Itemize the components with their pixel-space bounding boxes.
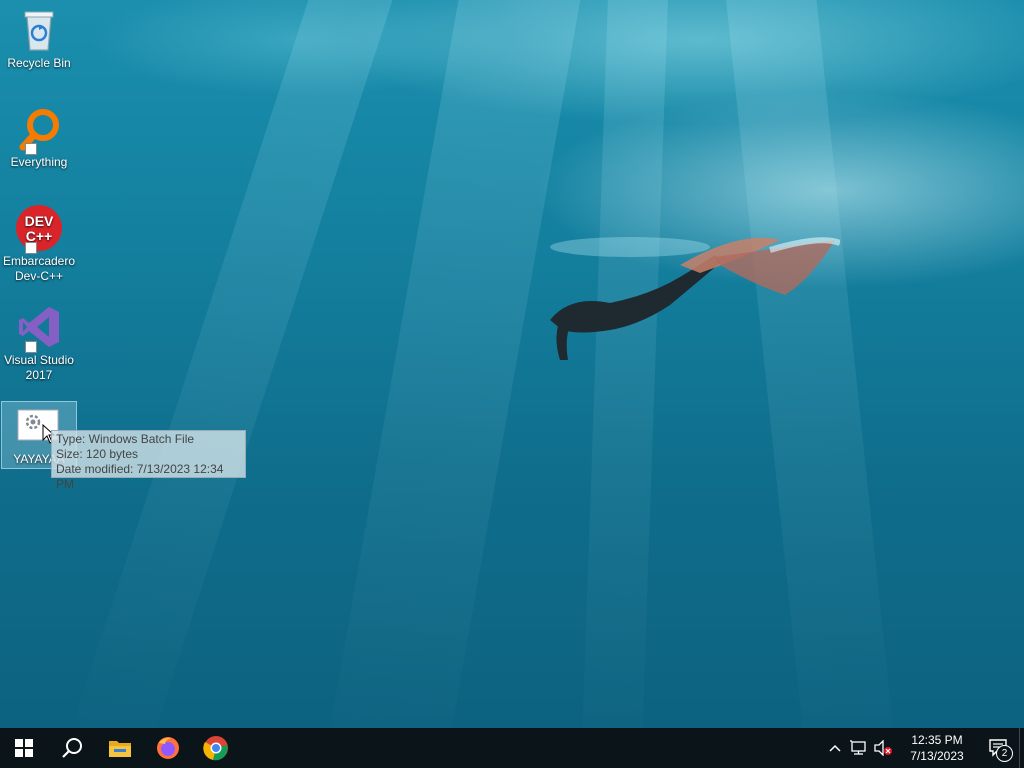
desktop-icon-visual-studio[interactable]: Visual Studio 2017 — [2, 303, 76, 383]
search-button[interactable] — [48, 728, 96, 768]
search-icon — [62, 738, 82, 758]
desktop-icon-recycle-bin[interactable]: Recycle Bin — [2, 6, 76, 71]
show-hidden-icons-button[interactable] — [823, 728, 847, 768]
system-tray: 12:35 PM 7/13/2023 2 — [823, 728, 1024, 768]
icon-label: Embarcadero Dev-C++ — [2, 254, 76, 283]
volume-button[interactable] — [871, 728, 895, 768]
freediver-image — [550, 237, 840, 360]
network-icon — [850, 740, 866, 755]
action-center-button[interactable]: 2 — [979, 728, 1019, 768]
start-button[interactable] — [0, 728, 48, 768]
taskbar-firefox[interactable] — [144, 728, 192, 768]
desktop[interactable]: Recycle Bin Everything DEV C++ Embarcade… — [0, 0, 1024, 728]
icon-label: Visual Studio 2017 — [4, 353, 74, 382]
devcpp-logo-text: DEV — [25, 213, 54, 229]
everything-search-icon — [15, 105, 63, 155]
recycle-bin-icon — [15, 6, 63, 54]
devcpp-icon: DEV C++ — [15, 204, 63, 254]
file-explorer-icon — [109, 741, 131, 757]
file-info-tooltip: Type: Windows Batch File Size: 120 bytes… — [51, 430, 246, 491]
show-desktop-button[interactable] — [1019, 728, 1024, 768]
chevron-up-icon — [829, 744, 841, 752]
clock-date: 7/13/2023 — [910, 749, 964, 763]
tooltip-type: Type: Windows Batch File — [56, 432, 195, 446]
tooltip-modified: Date modified: 7/13/2023 12:34 PM — [56, 462, 224, 491]
icon-label: Recycle Bin — [7, 56, 71, 70]
windows-start-icon — [15, 739, 33, 757]
icon-label: Everything — [10, 155, 68, 169]
shortcut-arrow-icon — [25, 341, 37, 353]
notification-count-badge: 2 — [996, 745, 1013, 762]
chrome-icon — [203, 736, 228, 761]
network-button[interactable] — [847, 728, 871, 768]
shortcut-arrow-icon — [25, 242, 37, 254]
firefox-icon — [157, 737, 179, 759]
volume-muted-icon — [874, 740, 892, 756]
desktop-icon-devcpp[interactable]: DEV C++ Embarcadero Dev-C++ — [2, 204, 76, 284]
visual-studio-icon — [15, 303, 63, 353]
clock-time: 12:35 PM — [911, 733, 963, 747]
taskbar-chrome[interactable] — [192, 728, 240, 768]
desktop-icon-everything[interactable]: Everything — [2, 105, 76, 170]
tooltip-size: Size: 120 bytes — [56, 447, 139, 461]
shortcut-arrow-icon — [25, 143, 37, 155]
clock[interactable]: 12:35 PM 7/13/2023 — [901, 732, 973, 764]
taskbar: 12:35 PM 7/13/2023 2 — [0, 728, 1024, 768]
taskbar-file-explorer[interactable] — [96, 728, 144, 768]
